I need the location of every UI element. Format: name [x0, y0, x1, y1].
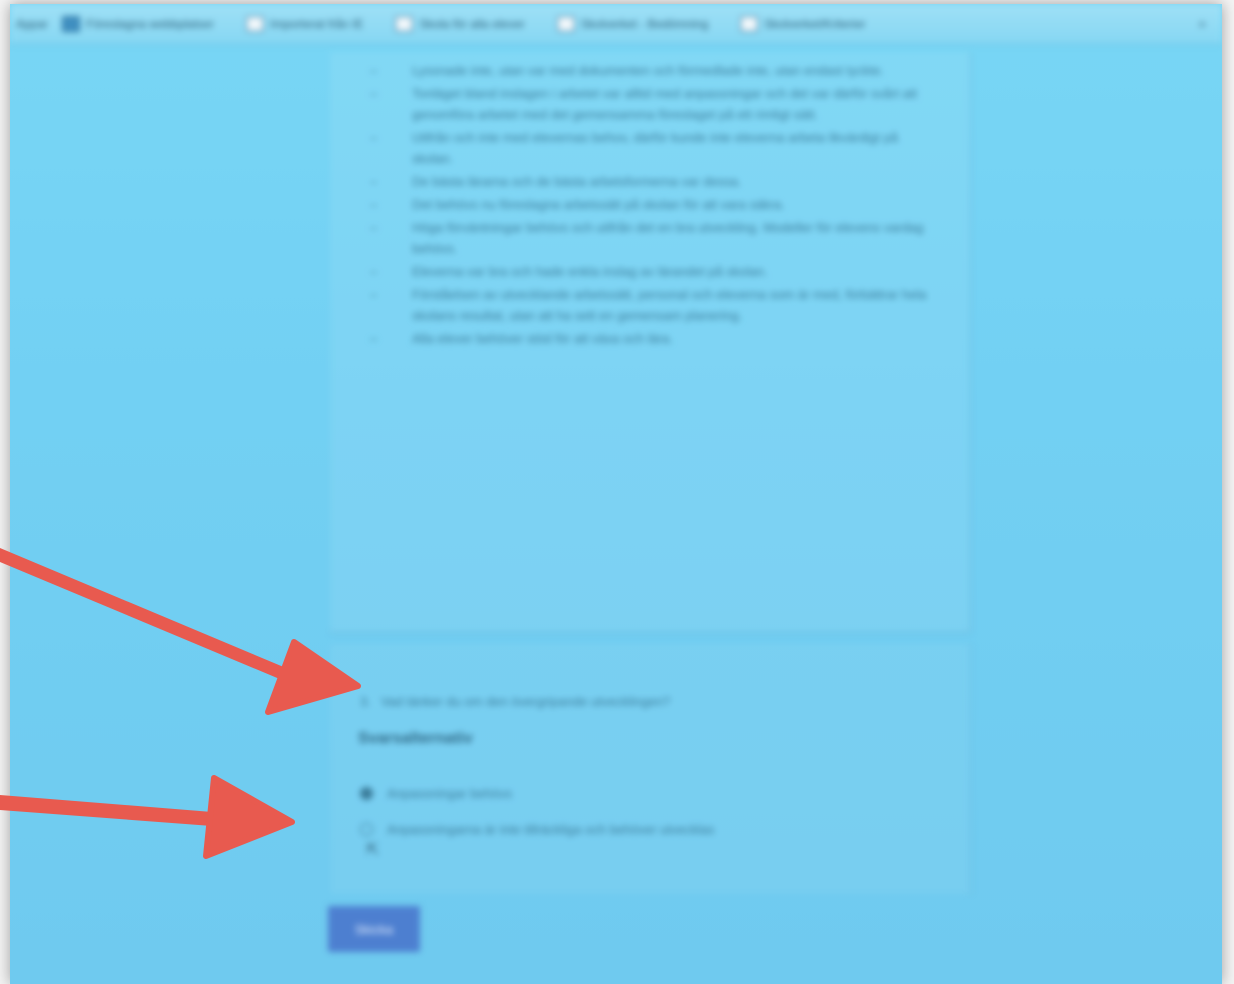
arrowhead [265, 639, 361, 715]
arrow-shaft [0, 795, 212, 826]
annotation-arrows [0, 548, 361, 859]
arrow-shaft [0, 548, 286, 680]
arrowhead [203, 775, 295, 859]
